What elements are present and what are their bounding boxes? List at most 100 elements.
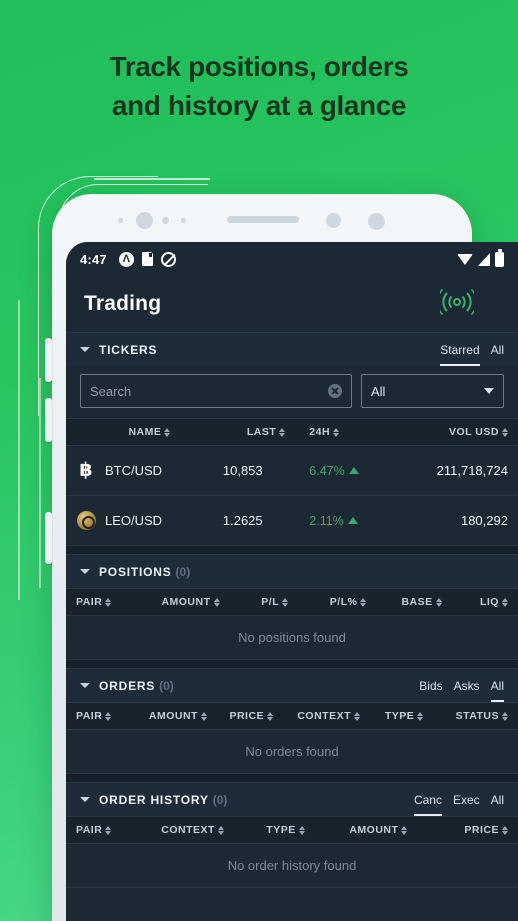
column-header-pair[interactable]: PAIR	[76, 710, 137, 722]
column-header-name[interactable]: NAME	[76, 426, 223, 438]
phone-screen: 4:47 Λ Trading TICKERS Starred All Searc…	[66, 242, 518, 921]
tab-all-history[interactable]: All	[491, 793, 504, 816]
column-header-context[interactable]: CONTEXT	[284, 710, 374, 722]
broadcast-icon[interactable]	[436, 288, 478, 321]
column-header-base[interactable]: BASE	[387, 596, 456, 608]
sort-icon	[267, 711, 274, 721]
sort-icon	[360, 597, 367, 607]
tab-canc[interactable]: Canc	[413, 793, 442, 816]
ticker-change: 6.47%	[309, 464, 404, 478]
earpiece-speaker	[227, 216, 299, 223]
do-not-disturb-icon	[160, 251, 176, 267]
positions-count: (0)	[175, 564, 191, 579]
table-row[interactable]: LEO/USD 1.2625 2.11% 180,292	[66, 496, 518, 546]
chevron-down-icon	[80, 347, 90, 352]
ticker-name: LEO/USD	[105, 513, 163, 528]
sort-icon	[282, 597, 289, 607]
order-history-table-header: PAIR CONTEXT TYPE AMOUNT PRICE	[66, 816, 518, 844]
volume-up-button[interactable]	[45, 338, 52, 382]
bitcoin-icon: ฿	[79, 459, 93, 481]
ticker-filter-value: All	[371, 383, 386, 399]
column-header-pair[interactable]: PAIR	[76, 596, 141, 608]
wifi-icon	[457, 253, 473, 265]
column-header-amount[interactable]: AMOUNT	[137, 710, 219, 722]
headline-line-1: Track positions, orders	[109, 51, 409, 82]
chevron-down-icon	[80, 683, 90, 688]
tab-starred[interactable]: Starred	[440, 343, 480, 366]
sort-icon	[105, 825, 112, 835]
sort-icon	[105, 711, 112, 721]
section-title-orders: ORDERS	[99, 678, 156, 693]
column-header-status[interactable]: STATUS	[435, 710, 509, 722]
sort-icon	[354, 711, 361, 721]
section-header-tickers[interactable]: TICKERS Starred All	[66, 332, 518, 366]
signal-icon	[478, 252, 490, 266]
triangle-up-icon	[348, 467, 359, 474]
table-row[interactable]: ฿ BTC/USD 10,853 6.47% 211,718,724	[66, 446, 518, 496]
status-icons-right	[457, 248, 504, 267]
sort-icon	[105, 597, 112, 607]
column-header-pl[interactable]: P/L	[240, 596, 309, 608]
order-history-tabs: Canc Exec All	[413, 783, 504, 816]
column-header-price[interactable]: PRICE	[219, 710, 284, 722]
front-camera	[136, 212, 153, 229]
positions-table-header: PAIR AMOUNT P/L P/L% BASE LIQ	[66, 588, 518, 616]
column-header-type[interactable]: TYPE	[244, 824, 326, 836]
positions-empty-state: No positions found	[66, 616, 518, 660]
tab-all-tickers[interactable]: All	[491, 343, 504, 366]
section-header-positions[interactable]: POSITIONS (0)	[66, 554, 518, 588]
order-history-empty-state: No order history found	[66, 844, 518, 888]
section-title-order-history: ORDER HISTORY	[99, 792, 209, 807]
tab-asks[interactable]: Asks	[454, 679, 480, 702]
sd-card-icon	[141, 252, 153, 266]
app-title: Trading	[84, 292, 162, 315]
sort-icon	[501, 825, 508, 835]
sort-icon	[217, 825, 224, 835]
column-header-vol-usd[interactable]: VOL USD	[404, 426, 508, 438]
headline-line-2: and history at a glance	[111, 89, 407, 121]
volume-down-button[interactable]	[45, 398, 52, 442]
search-input[interactable]: Search	[80, 374, 352, 408]
deco-line-left-b	[18, 300, 20, 600]
column-header-24h[interactable]: 24H	[309, 426, 404, 438]
ticker-last: 10,853	[222, 463, 263, 478]
tickers-tabs: Starred All	[440, 333, 504, 366]
triangle-up-icon	[347, 517, 358, 524]
column-header-pair[interactable]: PAIR	[76, 824, 141, 836]
section-header-orders[interactable]: ORDERS (0) Bids Asks All	[66, 668, 518, 702]
column-header-type[interactable]: TYPE	[374, 710, 435, 722]
sort-icon	[213, 597, 220, 607]
sensor-dot-1	[118, 218, 123, 223]
column-header-amount[interactable]: AMOUNT	[141, 596, 240, 608]
column-header-pl-pct[interactable]: P/L%	[309, 596, 387, 608]
column-header-liq[interactable]: LIQ	[456, 596, 508, 608]
section-divider	[66, 660, 518, 668]
status-time: 4:47	[80, 251, 107, 267]
clear-icon[interactable]	[328, 384, 342, 398]
sort-icon	[164, 427, 171, 437]
ticker-last: 1.2625	[222, 513, 263, 528]
column-header-context[interactable]: CONTEXT	[141, 824, 245, 836]
sort-icon	[435, 597, 442, 607]
sort-icon	[501, 597, 508, 607]
sort-icon	[200, 711, 207, 721]
tab-exec[interactable]: Exec	[453, 793, 480, 816]
page-title: Track positions, orders and history at a…	[0, 48, 518, 125]
tab-bids[interactable]: Bids	[419, 679, 442, 702]
ticker-volume: 180,292	[460, 513, 508, 528]
tab-all-orders[interactable]: All	[490, 679, 504, 702]
sensor-dot-5	[368, 213, 385, 230]
sort-icon	[417, 711, 424, 721]
sensor-dot-4	[326, 213, 341, 228]
column-header-last[interactable]: LAST	[223, 426, 309, 438]
orders-empty-state: No orders found	[66, 730, 518, 774]
section-header-order-history[interactable]: ORDER HISTORY (0) Canc Exec All	[66, 782, 518, 816]
orders-count: (0)	[159, 678, 174, 693]
power-button[interactable]	[45, 512, 52, 564]
chevron-down-icon	[80, 797, 90, 802]
column-header-amount[interactable]: AMOUNT	[327, 824, 431, 836]
deco-line-left-a	[39, 378, 41, 588]
ticker-filter-select[interactable]: All	[361, 374, 504, 408]
column-header-price[interactable]: PRICE	[430, 824, 508, 836]
ticker-volume: 211,718,724	[436, 463, 508, 478]
